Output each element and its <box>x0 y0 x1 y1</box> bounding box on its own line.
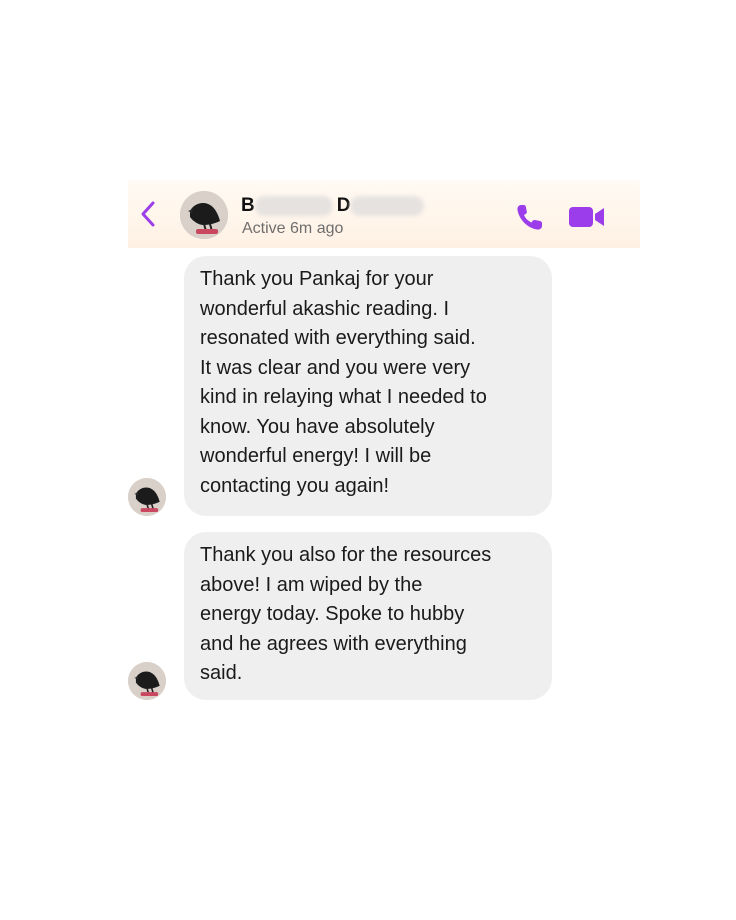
message-bubble[interactable]: Thank you Pankaj for your wonderful akas… <box>184 256 552 516</box>
contact-name-last-initial: D <box>336 195 351 216</box>
active-status: Active 6m ago <box>242 220 344 237</box>
chevron-left-icon <box>141 201 155 227</box>
name-redaction-blur <box>350 196 425 216</box>
contact-avatar[interactable] <box>180 191 228 239</box>
chat-header: B D Active 6m ago <box>128 180 640 248</box>
contact-name[interactable]: B D <box>241 194 425 218</box>
voice-call-button[interactable] <box>514 201 546 233</box>
back-button[interactable] <box>136 200 160 228</box>
crow-avatar-image <box>128 662 166 700</box>
sender-avatar[interactable] <box>128 478 166 516</box>
contact-name-first-initial: B <box>241 195 255 216</box>
video-call-button[interactable] <box>568 203 606 231</box>
crow-avatar-image <box>180 191 228 239</box>
chat-screen: B D Active 6m ago Thank you Pankaj for y… <box>0 0 736 920</box>
sender-avatar[interactable] <box>128 662 166 700</box>
message-bubble[interactable]: Thank you also for the resources above! … <box>184 532 552 700</box>
phone-icon <box>517 205 542 230</box>
video-camera-icon <box>569 207 604 227</box>
crow-avatar-image <box>128 478 166 516</box>
name-redaction-blur <box>254 196 333 216</box>
